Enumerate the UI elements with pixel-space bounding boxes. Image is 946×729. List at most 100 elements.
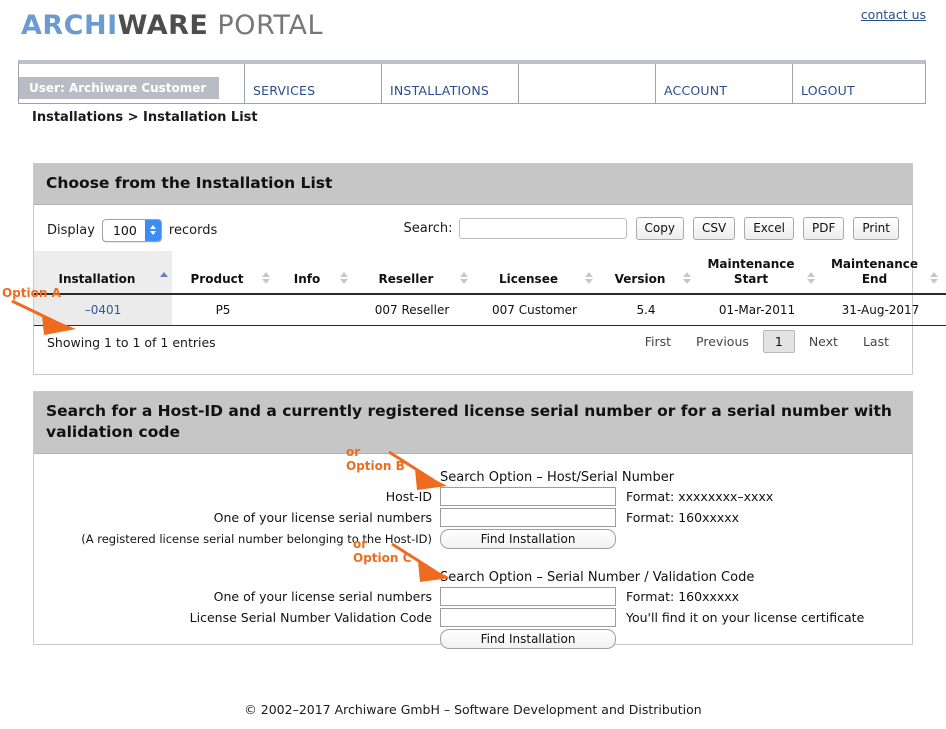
option-b-section-title: Search Option – Host/Serial Number (440, 469, 675, 485)
cell-maintenance-renewal[interactable]: By Purchase (942, 293, 946, 326)
column-header-maintenance-renewal[interactable]: Maintenance Renewal (942, 250, 946, 295)
search-input[interactable] (458, 217, 627, 239)
sort-toggle-icon[interactable] (584, 271, 593, 286)
sort-toggle-icon[interactable] (459, 271, 468, 286)
nav-label-services: SERVICES (253, 83, 316, 98)
print-button[interactable]: Print (853, 216, 899, 240)
column-label-maintenance-end-line2: End (861, 271, 888, 286)
nav-label-account: ACCOUNT (664, 83, 728, 98)
nav-item-account[interactable]: ACCOUNT (656, 64, 793, 103)
option-c-find-installation-button[interactable]: Find Installation (440, 628, 616, 649)
installation-link[interactable]: –0401 (85, 303, 122, 317)
option-b-find-installation-button[interactable]: Find Installation (440, 528, 616, 549)
option-b-section-title-row: Search Option – Host/Serial Number (34, 470, 912, 485)
sort-toggle-icon[interactable] (261, 271, 270, 286)
page-number-1-button[interactable]: 1 (762, 329, 795, 353)
pdf-button[interactable]: PDF (803, 216, 845, 240)
column-label-maintenance-start-line2: Start (733, 271, 769, 286)
option-b-serial-input[interactable] (440, 507, 616, 527)
column-label-product: Product (190, 271, 244, 286)
option-b-serial-row: One of your license serial numbers Forma… (34, 507, 912, 527)
stepper-icon[interactable] (144, 219, 161, 241)
datatable-filter: Search: Copy CSV Excel PDF Print (403, 216, 899, 240)
cell-version: 5.4 (597, 293, 695, 326)
validation-code-label: License Serial Number Validation Code (189, 609, 432, 625)
display-length-control: Display 100 records (47, 218, 217, 242)
column-label-installation: Installation (58, 271, 136, 286)
option-c-serial-format-hint: Format: 160xxxxx (626, 588, 740, 604)
search-label: Search: (403, 220, 453, 236)
sort-ascending-icon[interactable] (159, 271, 168, 286)
column-header-maintenance-end[interactable]: Maintenance End (819, 250, 942, 295)
cell-licensee: 007 Customer (472, 293, 597, 326)
nav-item-empty (519, 64, 656, 103)
sort-toggle-icon[interactable] (806, 271, 815, 286)
option-c-serial-input[interactable] (440, 586, 616, 606)
cell-maintenance-end: 31-Aug-2017 (819, 293, 942, 326)
validation-code-hint: You'll find it on your license certifica… (626, 609, 865, 625)
logo-portal-text: PORTAL (217, 10, 324, 41)
annotation-option-a-label: Option A (2, 286, 61, 300)
column-label-maintenance-end-line1: Maintenance (830, 256, 918, 271)
records-per-page-select[interactable]: 100 (101, 218, 162, 242)
page-header: ARCHIWARE PORTAL contact us (0, 0, 946, 56)
main-navigation: User: Archiware Customer SERVICES INSTAL… (18, 60, 926, 104)
column-label-reseller: Reseller (378, 271, 434, 286)
option-c-serial-label: One of your license serial numbers (213, 588, 432, 604)
option-c-serial-row: One of your license serial numbers Forma… (34, 586, 912, 606)
column-header-licensee[interactable]: Licensee (472, 250, 597, 295)
table-row[interactable]: –0401 P5 007 Reseller 007 Customer 5.4 0… (34, 293, 946, 326)
validation-code-input[interactable] (440, 607, 616, 627)
nav-label-empty (519, 98, 527, 103)
nav-label-logout: LOGOUT (801, 83, 855, 98)
datatable-footer: Showing 1 to 1 of 1 entries First Previo… (34, 326, 912, 360)
installation-table: Installation Product Info Reseller Licen… (34, 250, 946, 326)
cell-product: P5 (172, 293, 274, 326)
sort-toggle-icon[interactable] (682, 271, 691, 286)
host-id-format-hint: Format: xxxxxxxx–xxxx (626, 488, 774, 504)
column-header-product[interactable]: Product (172, 250, 274, 295)
column-header-version[interactable]: Version (597, 250, 695, 295)
option-c-section-title-row: Search Option – Serial Number / Validati… (34, 570, 912, 585)
excel-button[interactable]: Excel (744, 216, 794, 240)
host-id-label: Host-ID (385, 488, 432, 504)
page-previous-button[interactable]: Previous (685, 330, 760, 353)
cell-reseller: 007 Reseller (352, 293, 472, 326)
option-b-serial-format-hint: Format: 160xxxxx (626, 509, 740, 525)
column-label-info: Info (293, 271, 321, 286)
installation-list-title: Choose from the Installation List (34, 164, 912, 205)
logo-archi-text: ARCHI (21, 10, 118, 41)
annotation-option-c-label: Option C (353, 551, 412, 565)
sort-toggle-icon[interactable] (929, 271, 938, 286)
cell-info (274, 293, 352, 326)
column-header-reseller[interactable]: Reseller (352, 250, 472, 295)
copy-button[interactable]: Copy (635, 216, 684, 240)
host-serial-search-panel: Search for a Host-ID and a currently reg… (33, 391, 913, 649)
host-id-input[interactable] (440, 486, 616, 506)
nav-item-services[interactable]: SERVICES (245, 64, 382, 103)
option-c-section-title: Search Option – Serial Number / Validati… (440, 569, 755, 585)
page-next-button[interactable]: Next (798, 330, 849, 353)
logo-ware-text: WARE (117, 10, 209, 41)
page-first-button[interactable]: First (634, 330, 682, 353)
sort-toggle-icon[interactable] (339, 271, 348, 286)
column-header-info[interactable]: Info (274, 250, 352, 295)
column-header-maintenance-start[interactable]: Maintenance Start (695, 250, 819, 295)
cell-maintenance-start: 01-Mar-2011 (695, 293, 819, 326)
nav-item-installations[interactable]: INSTALLATIONS (382, 64, 519, 103)
nav-item-logout[interactable]: LOGOUT (793, 64, 925, 103)
contact-us-link[interactable]: contact us (861, 7, 926, 22)
installation-list-panel: Choose from the Installation List Displa… (33, 163, 946, 375)
column-label-maintenance-start-line1: Maintenance (707, 256, 795, 271)
csv-button[interactable]: CSV (692, 216, 736, 240)
column-label-licensee: Licensee (499, 271, 558, 286)
page-last-button[interactable]: Last (852, 330, 900, 353)
option-b-submit-row: (A registered license serial number belo… (34, 528, 912, 549)
display-label: Display (47, 222, 95, 238)
datatable-controls: Display 100 records Search: Copy CSV Exc… (34, 205, 912, 251)
archiware-portal-logo: ARCHIWARE PORTAL (21, 10, 323, 41)
annotation-option-b-or: or (346, 445, 361, 459)
table-header-row: Installation Product Info Reseller Licen… (34, 250, 946, 295)
user-info-cell: User: Archiware Customer (19, 64, 245, 103)
pagination: First Previous 1 Next Last (634, 329, 900, 353)
